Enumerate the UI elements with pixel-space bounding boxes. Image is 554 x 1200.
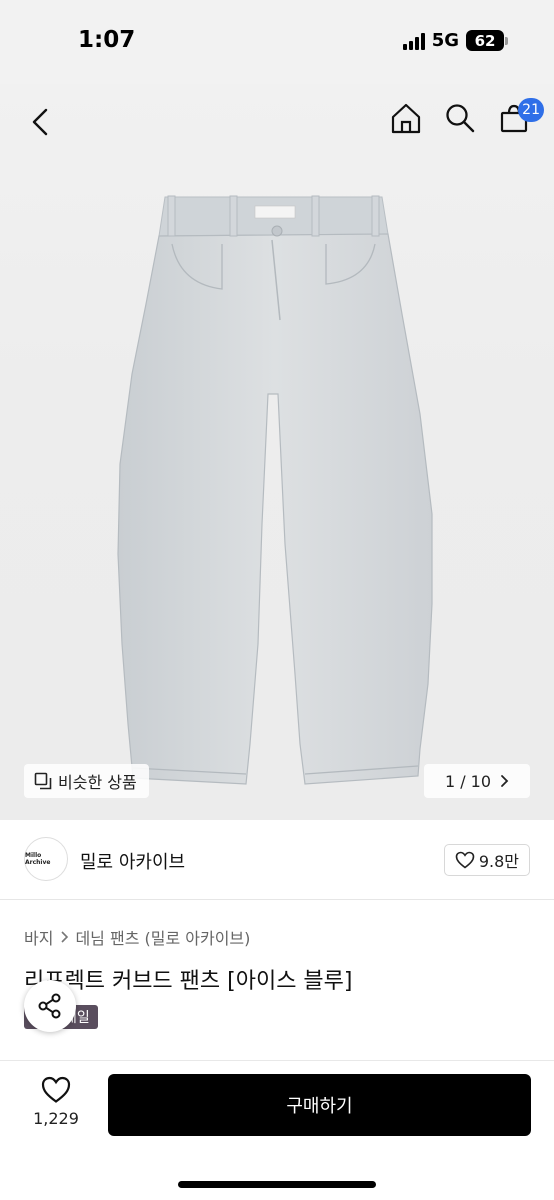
search-icon — [446, 104, 475, 133]
breadcrumb: 바지 데님 팬츠 (밀로 아카이브) — [24, 925, 250, 949]
pager-text: 1 / 10 — [444, 771, 492, 791]
chevron-right-icon — [501, 775, 509, 787]
breadcrumb-subcategory[interactable]: 데님 팬츠 (밀로 아카이브) — [75, 925, 250, 949]
wishlist-button[interactable]: 1,229 — [24, 1076, 88, 1128]
seller-avatar[interactable]: Millo Archive — [24, 837, 68, 881]
heart-icon — [41, 1076, 71, 1103]
breadcrumb-category[interactable]: 바지 — [24, 925, 53, 949]
seller-row[interactable]: Millo Archive 밀로 아카이브 9.8만 — [0, 820, 554, 900]
heart-icon — [455, 851, 475, 869]
network-type: 5G — [431, 30, 459, 51]
home-indicator — [178, 1181, 376, 1188]
buy-button[interactable]: 구매하기 — [108, 1074, 531, 1136]
home-button[interactable] — [390, 100, 422, 136]
chevron-left-icon — [32, 108, 48, 136]
similar-products-label: 비슷한 상품 — [58, 773, 137, 792]
product-title: 리프렉트 커브드 팬츠 [아이스 블루] — [24, 969, 353, 994]
status-indicators: 5G 62 — [402, 30, 508, 51]
share-icon — [38, 993, 61, 1019]
status-time: 1:07 — [78, 27, 136, 53]
battery-icon: 62 — [466, 30, 508, 51]
cart-button[interactable]: 21 — [498, 98, 544, 136]
wishlist-count: 1,229 — [33, 1109, 79, 1128]
seller-name[interactable]: 밀로 아카이브 — [80, 848, 185, 874]
seller-like-button[interactable]: 9.8만 — [443, 844, 530, 876]
status-bar: 1:07 5G 62 — [0, 0, 554, 84]
image-pager[interactable]: 1 / 10 — [424, 764, 530, 798]
copy-icon — [34, 772, 52, 790]
bottom-action-bar: 1,229 구매하기 — [0, 1060, 554, 1200]
search-button[interactable] — [444, 100, 476, 136]
product-image[interactable] — [0, 84, 554, 820]
chevron-right-icon — [61, 931, 69, 943]
battery-level: 62 — [466, 30, 504, 51]
seller-like-count: 9.8만 — [478, 852, 519, 871]
signal-icon — [402, 32, 425, 50]
similar-products-button[interactable]: 비슷한 상품 — [24, 764, 149, 798]
jeans-illustration — [117, 195, 433, 785]
cart-count-badge: 21 — [518, 98, 544, 122]
back-button[interactable] — [22, 104, 58, 140]
share-button[interactable] — [24, 980, 76, 1032]
top-nav-actions: 21 — [390, 98, 544, 136]
home-icon — [391, 103, 421, 134]
